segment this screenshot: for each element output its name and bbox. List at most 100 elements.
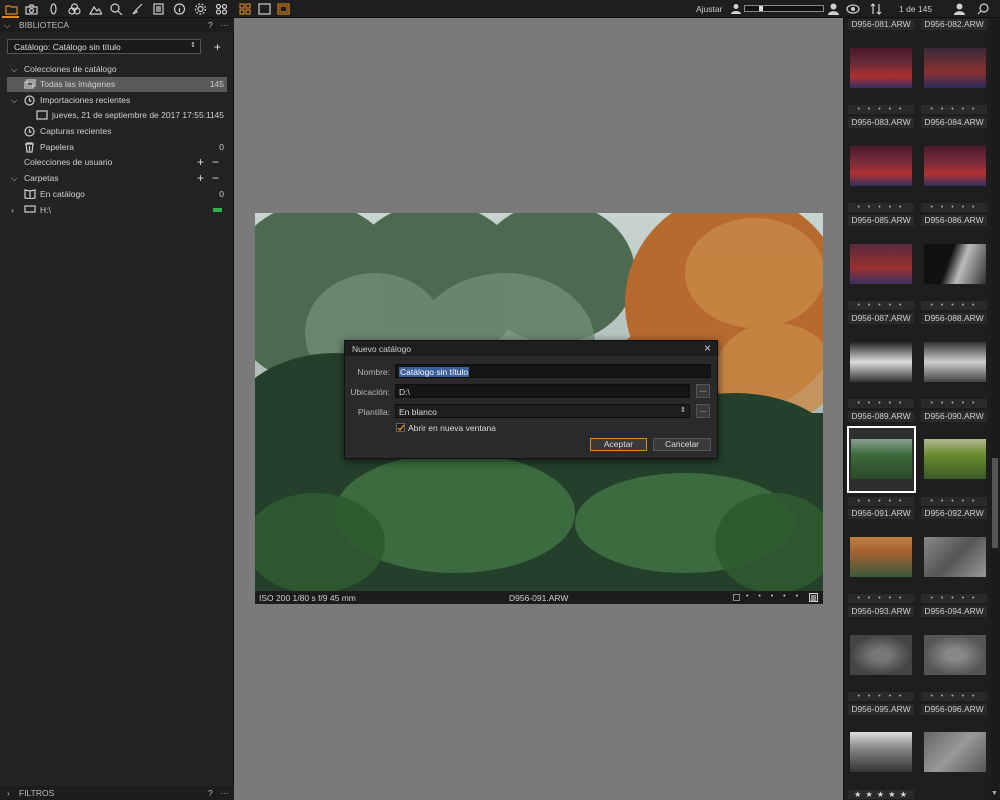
import-session-icon <box>36 110 48 120</box>
viewer-menu-icon[interactable] <box>809 593 818 602</box>
eye-icon[interactable] <box>846 3 860 15</box>
accept-button[interactable]: Aceptar <box>590 438 647 451</box>
trash-count: 0 <box>219 142 224 152</box>
thumb-rating[interactable]: • • • • • <box>921 399 987 408</box>
chevron-right-icon[interactable]: › <box>11 205 14 215</box>
thumb-rating[interactable]: • • • • • <box>848 203 914 212</box>
thumb-filename: D956-094.ARW <box>921 606 987 617</box>
thumbnail[interactable] <box>924 48 986 88</box>
browse-template-button[interactable]: ... <box>696 404 710 418</box>
library-tool-icon[interactable] <box>4 2 18 16</box>
add-folder-icon[interactable]: + <box>197 171 204 185</box>
thumbnail-size-slider[interactable] <box>744 5 824 12</box>
thumb-rating[interactable]: • • • • • <box>848 692 914 701</box>
thumb-rating-stars[interactable]: ★ ★ ★ ★ ★ <box>848 790 914 799</box>
catalog-collections-row[interactable]: ⌵ Colecciones de catálogo <box>0 62 234 77</box>
in-catalog-row[interactable]: En catálogo 0 <box>0 187 234 202</box>
thumbnail[interactable] <box>924 732 986 772</box>
close-icon[interactable]: × <box>704 341 711 355</box>
brush-tool-icon[interactable] <box>130 2 144 16</box>
chevron-down-icon: ⌵ <box>11 64 18 74</box>
thumbnail[interactable] <box>850 342 912 382</box>
location-label: Ubicación: <box>350 387 390 397</box>
thumbnail[interactable] <box>850 537 912 577</box>
thumbnail[interactable] <box>851 439 912 479</box>
thumbnail[interactable] <box>850 146 912 186</box>
scroll-down-arrow-icon[interactable]: ▼ <box>991 790 998 797</box>
user-icon[interactable] <box>954 3 965 15</box>
add-collection-icon[interactable]: + <box>197 155 204 169</box>
all-images-row[interactable]: Todas las imágenes 145 <box>0 77 234 92</box>
thumb-rating[interactable]: • • • • • <box>921 105 987 114</box>
color-tool-icon[interactable] <box>67 2 81 16</box>
expand-chevron-icon[interactable]: › <box>7 788 10 798</box>
info-tool-icon[interactable] <box>172 2 186 16</box>
gear-icon[interactable] <box>193 2 207 16</box>
cancel-button[interactable]: Cancelar <box>653 438 711 451</box>
exposure-tool-icon[interactable] <box>88 2 102 16</box>
filters-header[interactable]: › FILTROS ? ··· <box>0 786 234 800</box>
location-input[interactable]: D:\ <box>395 384 690 398</box>
more-icon[interactable]: ··· <box>220 20 229 30</box>
thumb-rating[interactable]: • • • • • <box>848 105 914 114</box>
browse-location-button[interactable]: ... <box>696 384 710 398</box>
thumb-rating[interactable]: • • • • • <box>848 301 914 310</box>
metadata-tool-icon[interactable] <box>151 2 165 16</box>
trash-icon <box>24 142 35 153</box>
camera-tool-icon[interactable] <box>24 2 38 16</box>
single-view-icon[interactable] <box>257 2 271 16</box>
thumbnail[interactable] <box>850 732 912 772</box>
collapse-chevron-icon[interactable]: ⌵ <box>4 20 10 31</box>
thumbnail[interactable] <box>850 635 912 675</box>
thumbnail[interactable] <box>850 48 912 88</box>
remove-folder-icon[interactable]: − <box>212 171 219 185</box>
recent-captures-row[interactable]: Capturas recientes <box>0 124 234 139</box>
trash-row[interactable]: Papelera 0 <box>0 140 234 155</box>
viewer-rating[interactable]: • • • • • <box>746 593 802 600</box>
name-input[interactable]: Catálogo sin título <box>395 364 711 378</box>
slider-handle[interactable] <box>759 6 763 11</box>
user-collections-row[interactable]: Colecciones de usuario + − <box>0 155 234 170</box>
library-header[interactable]: ⌵ BIBLIOTECA ? ··· <box>0 18 234 32</box>
open-new-window-checkbox[interactable] <box>396 423 405 432</box>
thumbnail[interactable] <box>924 146 986 186</box>
sort-icon[interactable] <box>870 3 882 15</box>
all-images-icon <box>24 79 36 89</box>
thumb-rating[interactable]: • • • • • <box>848 399 914 408</box>
help-icon[interactable]: ? <box>208 788 213 798</box>
batch-tool-icon[interactable] <box>214 2 228 16</box>
lens-tool-icon[interactable] <box>46 2 60 16</box>
catalog-select[interactable]: Catálogo: Catálogo sin título ⇕ <box>7 39 201 54</box>
thumb-rating[interactable]: • • • • • <box>921 203 987 212</box>
thumbnail[interactable] <box>924 439 986 479</box>
grid-view-icon[interactable] <box>238 2 252 16</box>
thumbnail[interactable] <box>924 537 986 577</box>
more-icon[interactable]: ··· <box>220 788 229 798</box>
browser-scrollbar[interactable]: ▼ <box>991 18 999 800</box>
drive-row[interactable]: › H:\ <box>0 203 234 218</box>
color-tag-box[interactable] <box>733 594 740 601</box>
remove-collection-icon[interactable]: − <box>212 155 219 169</box>
import-session-count: 145 <box>209 110 224 120</box>
thumb-rating[interactable]: • • • • • <box>848 594 914 603</box>
recent-imports-row[interactable]: ⌵ Importaciones recientes <box>0 93 234 108</box>
import-session-row[interactable]: jueves, 21 de septiembre de 2017 17:55:1… <box>0 108 234 123</box>
thumb-rating[interactable]: • • • • • <box>921 301 987 310</box>
new-catalog-dialog: Nuevo catálogo × Nombre: Catálogo sin tí… <box>344 340 718 459</box>
folders-row[interactable]: ⌵ Carpetas + − <box>0 171 234 186</box>
details-tool-icon[interactable] <box>109 2 123 16</box>
add-catalog-icon[interactable]: + <box>214 40 221 54</box>
thumbnail[interactable] <box>850 244 912 284</box>
scrollbar-thumb[interactable] <box>992 458 998 548</box>
thumb-rating[interactable]: • • • • • <box>921 497 987 506</box>
thumb-rating[interactable]: • • • • • <box>921 692 987 701</box>
thumb-rating[interactable]: • • • • • <box>848 497 914 506</box>
thumbnail[interactable] <box>924 635 986 675</box>
thumbnail[interactable] <box>924 342 986 382</box>
thumbnail[interactable] <box>924 244 986 284</box>
help-icon[interactable]: ? <box>208 20 213 30</box>
search-icon[interactable] <box>977 3 989 15</box>
thumb-rating[interactable]: • • • • • <box>921 594 987 603</box>
template-select[interactable]: En blanco ⇕ <box>395 404 690 418</box>
filmstrip-view-icon[interactable] <box>276 2 290 16</box>
